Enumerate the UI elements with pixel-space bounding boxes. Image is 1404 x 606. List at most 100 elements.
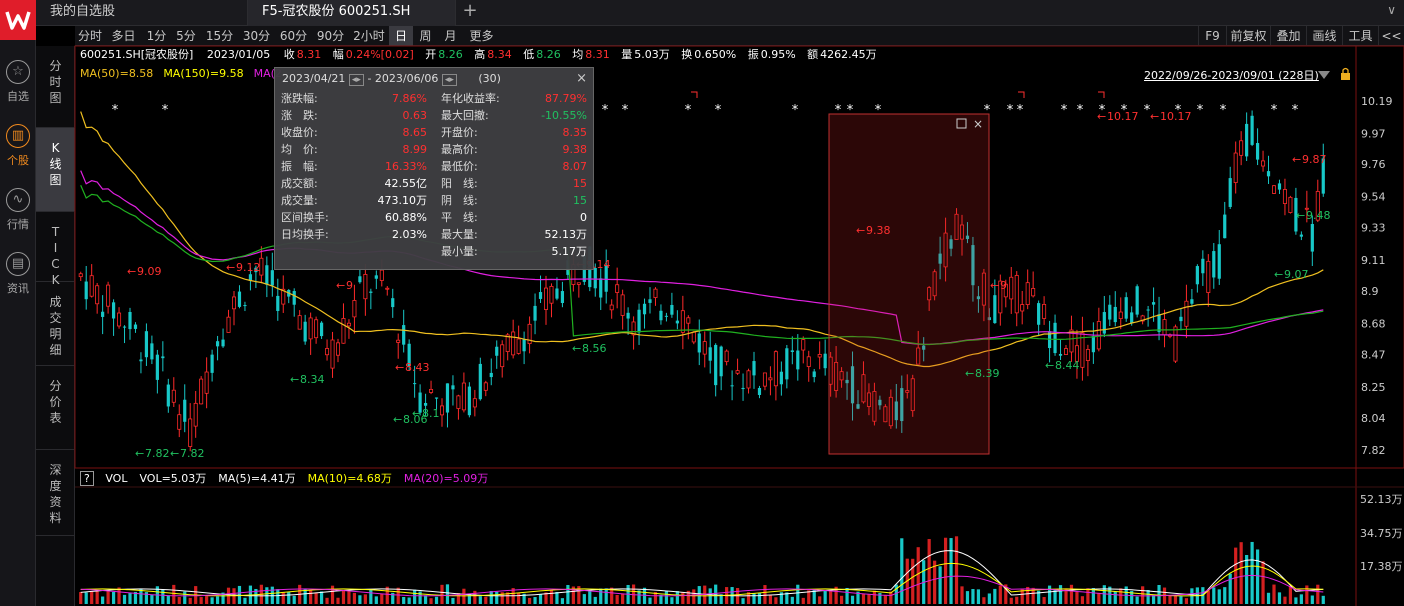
candle-body [161, 356, 165, 359]
event-star-marker[interactable]: * [1077, 103, 1084, 118]
candle-body [402, 325, 406, 345]
popup-value: 60.88% [385, 211, 427, 224]
vol-tick-label: 17.38万 [1360, 560, 1403, 573]
event-star-marker[interactable]: * [1017, 103, 1024, 118]
candle-body [785, 348, 789, 380]
volume-bar [889, 591, 893, 604]
candle-body [779, 371, 783, 385]
candle-body [117, 312, 122, 327]
event-star-marker[interactable]: * [685, 103, 692, 118]
volume-bar [309, 589, 313, 604]
candle-body [215, 341, 220, 347]
volume-bar [166, 595, 170, 604]
candle-body [1157, 314, 1161, 332]
volume-bar [538, 594, 543, 604]
event-star-marker[interactable]: * [602, 103, 609, 118]
volume-bar [139, 589, 143, 604]
candle-body [1223, 214, 1227, 239]
candle-body [549, 285, 554, 304]
candle-body [642, 303, 647, 315]
event-star-marker[interactable]: * [835, 103, 842, 118]
volume-bar [451, 597, 455, 604]
candle-body [544, 287, 549, 310]
candle-body [144, 331, 149, 358]
volume-bar [101, 596, 105, 604]
event-star-marker[interactable]: * [984, 103, 991, 118]
volume-bar [407, 597, 411, 604]
candle-body [483, 382, 488, 391]
candle-body [204, 371, 209, 394]
candle-body [374, 275, 378, 279]
popup-label: 最低价: [441, 160, 478, 173]
y-tick-label: 9.54 [1361, 191, 1386, 204]
popup-value: 15 [573, 194, 587, 207]
candle-body [576, 282, 581, 285]
candle-body [1042, 304, 1047, 319]
candle-body [226, 316, 231, 333]
candle-body [1261, 160, 1266, 167]
volume-bar [423, 595, 428, 604]
event-star-marker[interactable]: * [1197, 103, 1204, 118]
candle-body [341, 318, 346, 344]
event-star-marker[interactable]: * [112, 103, 119, 118]
popup-label: 收盘价: [281, 126, 318, 139]
candle-body [111, 302, 116, 319]
prev-next-icon[interactable]: ◂▸ [348, 74, 364, 86]
candle-body [84, 281, 88, 300]
event-star-marker[interactable]: * [1220, 103, 1227, 118]
notice-marker[interactable] [691, 91, 698, 98]
help-icon[interactable]: ? [80, 471, 94, 486]
volume-bar [330, 585, 335, 604]
event-star-marker[interactable]: * [1007, 103, 1014, 118]
volume-bar [106, 590, 110, 604]
candle-body [1233, 152, 1238, 183]
volume-bar [90, 591, 94, 604]
popup-value: 8.99 [402, 143, 428, 156]
volume-bar [1228, 573, 1232, 604]
candle-body [1201, 258, 1205, 274]
prev-next-icon[interactable]: ◂▸ [441, 74, 457, 86]
close-icon[interactable]: × [576, 68, 587, 90]
volume-bar [1294, 597, 1298, 604]
popup-value: 42.55亿 [384, 177, 428, 190]
interval-selection-box[interactable] [828, 113, 990, 455]
volume-bar [1316, 584, 1320, 604]
vol-tick-label: 52.13万 [1360, 493, 1403, 506]
volume-bar [1223, 587, 1227, 604]
triangle-down-icon[interactable] [1318, 71, 1330, 79]
volume-bar [369, 589, 373, 604]
candle-body [653, 288, 658, 298]
kline-chart[interactable]: 10.19 9.97 9.76 9.54 9.33 9.11 8.9 8.68 8.47 8.25… [0, 0, 1404, 606]
event-star-marker[interactable]: * [1292, 103, 1299, 118]
volume-bar [801, 597, 805, 604]
popup-label: 最大量: [441, 228, 478, 241]
candle-body [237, 291, 242, 307]
candle-body [1173, 326, 1178, 362]
date-range-link[interactable]: 2022/09/26-2023/09/01 (228日) [1144, 67, 1319, 83]
price-annotation: 8.1 [422, 407, 440, 420]
event-star-marker[interactable]: * [1061, 103, 1068, 118]
notice-marker[interactable] [1098, 91, 1105, 98]
event-star-marker[interactable]: * [875, 103, 882, 118]
candle-body [648, 299, 652, 303]
candle-body [1195, 266, 1199, 285]
popup-value: 473.10万 [377, 194, 428, 207]
notice-marker[interactable] [1018, 91, 1025, 98]
event-star-marker[interactable]: * [847, 103, 854, 118]
event-star-marker[interactable]: * [162, 103, 169, 118]
volume-bar [1009, 597, 1013, 604]
event-star-marker[interactable]: * [715, 103, 722, 118]
event-star-marker[interactable]: * [622, 103, 629, 118]
arrow-left-icon: ← [135, 447, 144, 460]
volume-bar [314, 592, 318, 604]
event-star-marker[interactable]: * [792, 103, 799, 118]
arrow-left-icon: ← [170, 447, 179, 460]
ma-legend: MA(50)=8.58 MA(150)=9.58 MA(2 [80, 67, 292, 81]
candle-body [1184, 300, 1189, 327]
lock-icon[interactable] [1341, 73, 1350, 80]
close-icon[interactable]: × [973, 117, 983, 131]
candle-body [472, 398, 477, 408]
event-star-marker[interactable]: * [1271, 103, 1278, 118]
volume-bar [79, 592, 83, 604]
arrow-left-icon: ← [965, 367, 974, 380]
